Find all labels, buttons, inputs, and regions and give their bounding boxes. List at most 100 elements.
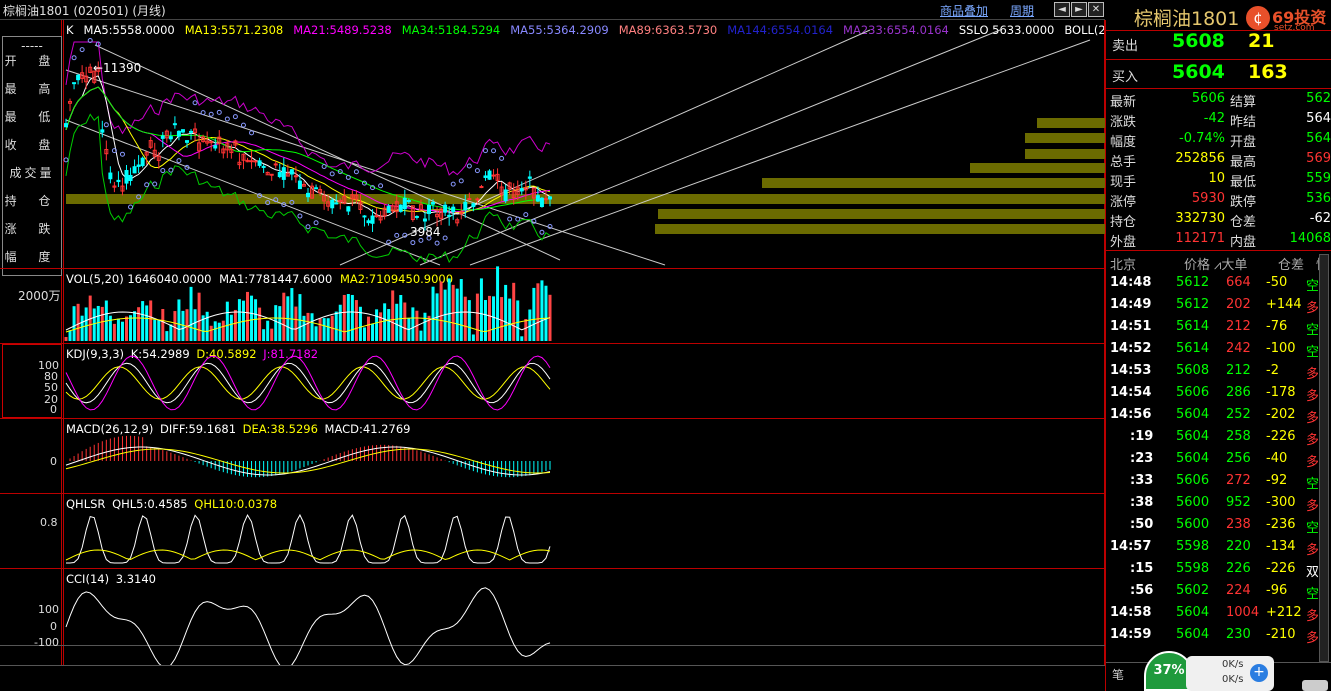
sar-dot [176,158,182,164]
volume-bar [367,316,370,341]
trade-row[interactable]: :38 5600 952 -300 多 [1106,492,1318,514]
trade-row[interactable]: :15 5598 226 -226 双 [1106,558,1318,580]
candle-body [362,215,367,218]
trade-price: 5606 [1176,473,1210,488]
trade-header: 北京 价格 ⩘大单 仓差 性 [1106,251,1331,273]
trade-row[interactable]: 14:58 5604 1004 +212 多 [1106,602,1318,624]
trade-diff: -92 [1266,473,1288,488]
quote-label-2: 最高 [1230,155,1257,170]
volume-bar [177,299,181,341]
trade-row[interactable]: :23 5604 256 -40 多 [1106,448,1318,470]
quote-label: 现手 [1110,175,1137,190]
volume-bar [68,330,72,341]
candle-body [414,215,419,218]
volume-bar [346,294,350,341]
sar-dot [200,110,206,116]
candle-body [189,130,194,133]
high-label: ←11390 [93,61,141,75]
quote-value-2: 562 [1306,91,1331,106]
volume-bar [350,294,354,341]
volume-bar [524,319,528,341]
trade-price: 5604 [1176,605,1210,620]
tray-icon[interactable] [1302,680,1328,691]
volume-bar [471,334,475,341]
trade-col-diff: 仓差 [1278,258,1305,273]
volume-bar [483,300,487,341]
trade-scrollbar[interactable] [1319,254,1329,662]
trade-row[interactable]: 14:56 5604 252 -202 多 [1106,404,1318,426]
trade-diff: -50 [1266,275,1288,290]
download-speed: 0K/s [1222,674,1244,685]
volume-bar [294,306,298,341]
volume-bar [338,304,342,341]
volume-profile-bar [66,194,1105,204]
trade-row[interactable]: 14:49 5612 202 +144 多 [1106,294,1318,316]
trade-row[interactable]: 14:53 5608 212 -2 多 [1106,360,1318,382]
trade-col-price: 价格 [1184,258,1211,273]
volume-bar [322,318,326,341]
trade-col-qty: ⩘大单 [1214,258,1248,273]
volume-bar [165,331,169,341]
volume-bar [431,286,435,341]
candle-body [535,195,540,202]
sar-dot [152,181,158,187]
trade-row[interactable]: 14:54 5606 286 -178 多 [1106,382,1318,404]
trade-kind: 多 [1306,433,1318,448]
trade-row[interactable]: :50 5600 238 -236 空 [1106,514,1318,536]
candle-body [124,170,129,184]
trade-list[interactable]: 14:48 5612 664 -50 空 14:49 5612 202 +144 多 14:51 56… [1106,272,1318,665]
trade-row[interactable]: 14:52 5614 242 -100 空 [1106,338,1318,360]
volume-bar [290,288,294,341]
trade-row[interactable]: 14:57 5598 220 -134 多 [1106,536,1318,558]
quote-value: -42 [1203,111,1225,126]
volume-bar [246,291,249,341]
sell-price: 5608 [1172,30,1225,52]
trade-qty: 202 [1226,297,1251,312]
trade-row[interactable]: :56 5602 224 -96 空 [1106,580,1318,602]
tab-trades[interactable]: 笔 [1112,666,1124,683]
quote-value-2: 564 [1306,131,1331,146]
candle-body [128,174,133,182]
trade-row[interactable]: 14:48 5612 664 -50 空 [1106,272,1318,294]
trade-row[interactable]: 14:51 5614 212 -76 空 [1106,316,1318,338]
trade-row[interactable]: :33 5606 272 -92 空 [1106,470,1318,492]
trade-kind: 双 [1306,565,1318,580]
volume-bar [96,305,100,341]
candle-body [108,172,113,180]
sar-dot [466,163,472,169]
candle-body [132,166,137,174]
chart-canvas[interactable]: ←11390 3984 [0,0,1105,691]
trade-diff: -40 [1266,451,1288,466]
trade-qty: 952 [1226,495,1251,510]
volume-bar [185,309,189,341]
sar-dot [249,130,255,136]
volume-bar [358,306,362,341]
quote-value: 332730 [1175,211,1225,226]
volume-bar [383,303,387,341]
trade-col-time: 北京 [1110,258,1137,273]
candle-body [543,198,548,201]
volume-profile-bar [970,163,1105,173]
candle-body [398,204,403,212]
status-bar [0,665,1105,691]
plus-icon[interactable]: + [1250,664,1268,682]
trade-kind: 多 [1306,455,1318,470]
volume-bar [161,308,165,341]
volume-bar [229,314,233,341]
trade-row[interactable]: 14:59 5604 230 -210 多 [1106,624,1318,646]
sar-dot [491,148,497,154]
trade-diff: -226 [1266,561,1296,576]
trade-kind: 多 [1306,389,1318,404]
trade-time: :56 [1130,583,1154,598]
sar-dot [240,122,246,128]
sar-dot [450,181,456,187]
candle-body [431,202,436,205]
trade-row[interactable]: :19 5604 258 -226 多 [1106,426,1318,448]
volume-bar [120,321,124,341]
candle-body [519,188,524,192]
volume-bar [310,313,314,341]
candle-body [427,204,431,215]
trade-kind: 空 [1306,279,1318,294]
quote-value-2: 559 [1306,171,1331,186]
sar-dot [71,55,77,61]
